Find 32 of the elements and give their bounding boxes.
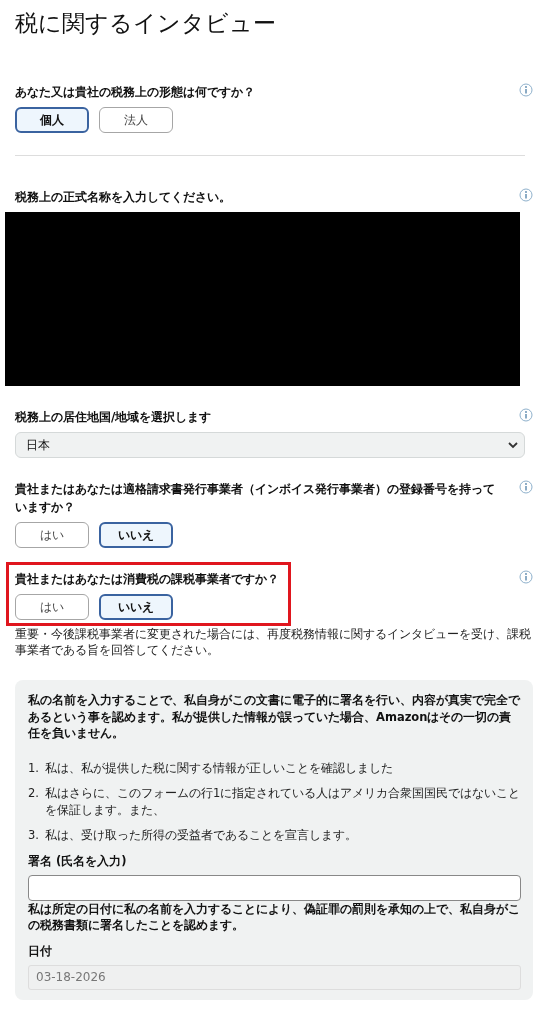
signature-label: 署名 (氏名を入力) [28, 853, 128, 869]
signature-note: 私は所定の日付に私の名前を入力することにより、偽証罪の罰則を承知の上で、私自身がこの税務書類に署名したことを認めます。 [28, 900, 521, 934]
chevron-icon [508, 441, 518, 449]
question-label: 貴社またはあなたは適格請求書発行事業者（インボイス発行事業者）の登録番号を持っていますか？ [15, 481, 496, 516]
item-text: 私はさらに、このフォームの行1に指定されている人はアメリカ合衆国国民ではないことを保証します。また、 [45, 785, 521, 818]
info-icon[interactable] [519, 188, 533, 202]
info-icon[interactable] [519, 83, 533, 97]
question-label: 貴社またはあなたは消費税の課税事業者ですか？ [15, 571, 279, 588]
question-label: 税務上の居住地国/地域を選択します [15, 409, 212, 426]
signature-field[interactable] [28, 874, 521, 901]
question-label: 税務上の正式名称を入力してください。 [15, 189, 231, 206]
country-select[interactable]: 日本 [15, 432, 525, 458]
item-number: 1. [28, 759, 40, 776]
item-text: 私は、受け取った所得の受益者であることを宣言します。 [45, 827, 357, 844]
info-icon[interactable] [519, 408, 533, 422]
note-text: 重要・今後課税事業者に変更された場合には、再度税務情報に関するインタビューを受け、課税事業者である旨を回答してください。 [15, 626, 532, 658]
info-icon[interactable] [519, 480, 533, 494]
option-button[interactable]: 個人 [15, 107, 89, 133]
question-label: あなた又は貴社の税務上の形態は何ですか？ [15, 84, 255, 101]
page-title: 税に関するインタビュー [15, 9, 277, 38]
date-field[interactable]: 03-18-2026 [28, 964, 521, 990]
option-button[interactable]: いいえ [99, 594, 173, 620]
date-label: 日付 [28, 943, 53, 959]
option-button[interactable]: 法人 [99, 107, 173, 133]
statement-text: 私の名前を入力することで、私自身がこの文書に電子的に署名を行い、内容が真実で完全であるという事を認めます。私が提供した情報が誤っていた場合、Amazonはその一切の責任を負いません。 [28, 692, 521, 742]
option-button[interactable]: はい [15, 594, 89, 620]
option-button[interactable]: いいえ [99, 522, 173, 548]
item-number: 2. [28, 785, 40, 802]
item-text: 私は、私が提供した税に関する情報が正しいことを確認しました [45, 759, 393, 776]
item-number: 3. [28, 827, 40, 844]
info-icon[interactable] [519, 570, 533, 584]
option-button[interactable]: はい [15, 522, 89, 548]
